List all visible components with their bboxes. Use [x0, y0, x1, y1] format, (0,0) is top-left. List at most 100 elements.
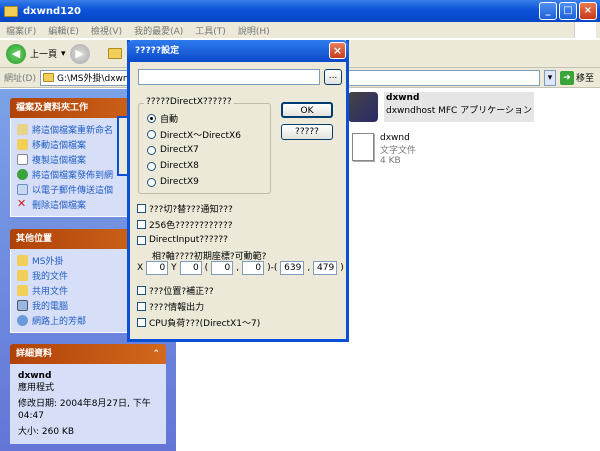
check-switch-notify[interactable]: ???切?替???通知???: [137, 200, 233, 216]
check-info-output[interactable]: ????情報出力: [137, 298, 260, 314]
task-label: 將這個檔案發佈到網: [32, 171, 114, 181]
check-label: CPU負荷???(DirectX1〜7): [149, 318, 261, 329]
radio-dx8[interactable]: DirectX8: [147, 158, 241, 174]
folder-icon: [17, 255, 28, 266]
copy-icon: [17, 154, 28, 165]
detail-name: dxwnd: [18, 371, 52, 381]
place-label: 網路上的芳鄰: [32, 317, 87, 327]
cancel-button[interactable]: ?????: [281, 124, 333, 140]
check-256color[interactable]: 256色????????????: [137, 216, 233, 232]
go-label: 移至: [575, 74, 594, 84]
radio-dx9[interactable]: DirectX9: [147, 174, 241, 190]
rename-icon: [17, 124, 28, 135]
menu-bar: 檔案(F) 編輯(E) 檢視(V) 我的最愛(A) 工具(T) 說明(H): [0, 22, 600, 39]
detail-size: 大小: 260 KB: [18, 427, 75, 437]
path-input[interactable]: [138, 69, 320, 85]
check-label: ????情報出力: [149, 302, 205, 313]
go-button[interactable]: ➜ 移至: [559, 70, 594, 85]
file-item-app[interactable]: dxwnd dxwndhost MFC アプリケーション: [348, 92, 535, 122]
radio-label: DirectX7: [160, 145, 199, 155]
file-desc: dxwndhost MFC アプリケーション: [386, 106, 533, 116]
shared-folder-icon: [17, 285, 28, 296]
dialog-close-button[interactable]: ×: [329, 42, 346, 59]
back-button-label[interactable]: 上一頁: [30, 47, 57, 60]
menu-view[interactable]: 檢視(V): [91, 24, 122, 37]
window-title: dxwnd120: [23, 5, 81, 17]
windows-logo-icon: [574, 22, 596, 38]
radio-auto[interactable]: 自動: [147, 110, 241, 126]
folder-icon: [42, 73, 54, 82]
radio-dx6[interactable]: DirectX〜DirectX6: [147, 126, 241, 142]
globe-icon: [17, 169, 28, 180]
dialog-titlebar: ?????設定 ×: [127, 40, 349, 62]
maximize-button[interactable]: □: [559, 2, 577, 20]
details-panel-header[interactable]: 詳細資料 ⌃: [10, 344, 166, 364]
range-y1-input[interactable]: 0: [242, 261, 265, 275]
x-input[interactable]: 0: [146, 261, 169, 275]
task-label: 複製這個檔案: [32, 156, 87, 166]
address-label: 網址(D): [4, 74, 36, 84]
documents-folder-icon: [17, 270, 28, 281]
details-panel: 詳細資料 ⌃ dxwnd 應用程式 修改日期: 2004年8月27日, 下午 04…: [10, 344, 166, 444]
checkbox-icon: [137, 301, 146, 311]
menu-file[interactable]: 檔案(F): [6, 24, 36, 37]
y-label: Y: [171, 263, 177, 273]
computer-icon: [17, 300, 28, 311]
range-x2-input[interactable]: 639: [280, 261, 305, 275]
radio-label: 自動: [160, 114, 179, 125]
place-label: 共用文件: [32, 287, 69, 297]
menu-favorites[interactable]: 我的最愛(A): [134, 24, 183, 37]
app-icon: [348, 92, 378, 122]
check-cpu-load[interactable]: CPU負荷???(DirectX1〜7): [137, 314, 260, 330]
place-label: 我的文件: [32, 272, 69, 282]
tasks-panel-title: 檔案及資料夾工作: [16, 103, 89, 113]
menu-edit[interactable]: 編輯(E): [48, 24, 79, 37]
radio-dx7[interactable]: DirectX7: [147, 142, 241, 158]
radio-label: DirectX8: [160, 161, 199, 171]
menu-help[interactable]: 說明(H): [238, 24, 270, 37]
go-arrow-icon: ➜: [559, 70, 574, 85]
check-label: DirectInput??????: [149, 235, 228, 245]
dialog-title: ?????設定: [135, 46, 180, 56]
task-label: 刪除這個檔案: [32, 201, 87, 211]
comma-2: ,: [307, 263, 311, 273]
checkbox-icon: [137, 219, 146, 229]
minimize-button[interactable]: _: [539, 2, 557, 20]
radio-icon: [147, 161, 156, 171]
chevron-down-icon[interactable]: ▾: [61, 49, 66, 59]
collapse-chevron-icon[interactable]: ⌃: [152, 344, 160, 364]
detail-type: 應用程式: [18, 383, 55, 393]
coords-row: X 0 Y 0 ( 0 , 0 )-( 639 , 479 ): [137, 261, 344, 275]
radio-label: DirectX9: [160, 177, 199, 187]
place-label: MS外掛: [32, 257, 64, 267]
range-separator: )-(: [267, 263, 278, 273]
check-label: 256色????????????: [149, 220, 233, 231]
check-position-fix[interactable]: ???位置?補正??: [137, 282, 260, 298]
directx-group-label: ?????DirectX??????: [144, 97, 234, 107]
text-file-icon: [352, 133, 374, 161]
check-directinput[interactable]: DirectInput??????: [137, 232, 233, 248]
check-label: ???切?替???通知???: [149, 204, 233, 215]
file-item-text[interactable]: dxwnd 文字文件 4 KB: [352, 133, 416, 166]
task-label: 以電子郵件傳送這個: [32, 186, 114, 196]
back-arrow-icon[interactable]: ◀: [6, 43, 26, 64]
delete-x-icon: ✕: [17, 197, 27, 210]
address-dropdown-icon[interactable]: ▾: [543, 69, 556, 86]
range-y2-input[interactable]: 479: [313, 261, 338, 275]
checkbox-icon: [137, 317, 146, 327]
directx-radio-list: 自動 DirectX〜DirectX6 DirectX7 DirectX8 Di…: [147, 110, 241, 190]
y-input[interactable]: 0: [179, 261, 202, 275]
up-folder-icon[interactable]: [107, 48, 122, 59]
radio-selected-icon: [147, 113, 156, 123]
radio-label: DirectX〜DirectX6: [160, 130, 241, 141]
options-list-2: ???位置?補正?? ????情報出力 CPU負荷???(DirectX1〜7): [137, 282, 260, 330]
close-button[interactable]: ×: [579, 2, 597, 20]
range-x1-input[interactable]: 0: [211, 261, 234, 275]
browse-button[interactable]: ...: [324, 69, 342, 85]
forward-arrow-icon[interactable]: ▶: [69, 43, 90, 64]
window-titlebar: dxwnd120 _ □ ×: [0, 0, 600, 22]
menu-tools[interactable]: 工具(T): [195, 24, 226, 37]
ok-button[interactable]: OK: [281, 102, 333, 118]
options-list-1: ???切?替???通知??? 256色???????????? DirectIn…: [137, 200, 233, 248]
task-label: 將這個檔案重新命名: [32, 126, 114, 136]
